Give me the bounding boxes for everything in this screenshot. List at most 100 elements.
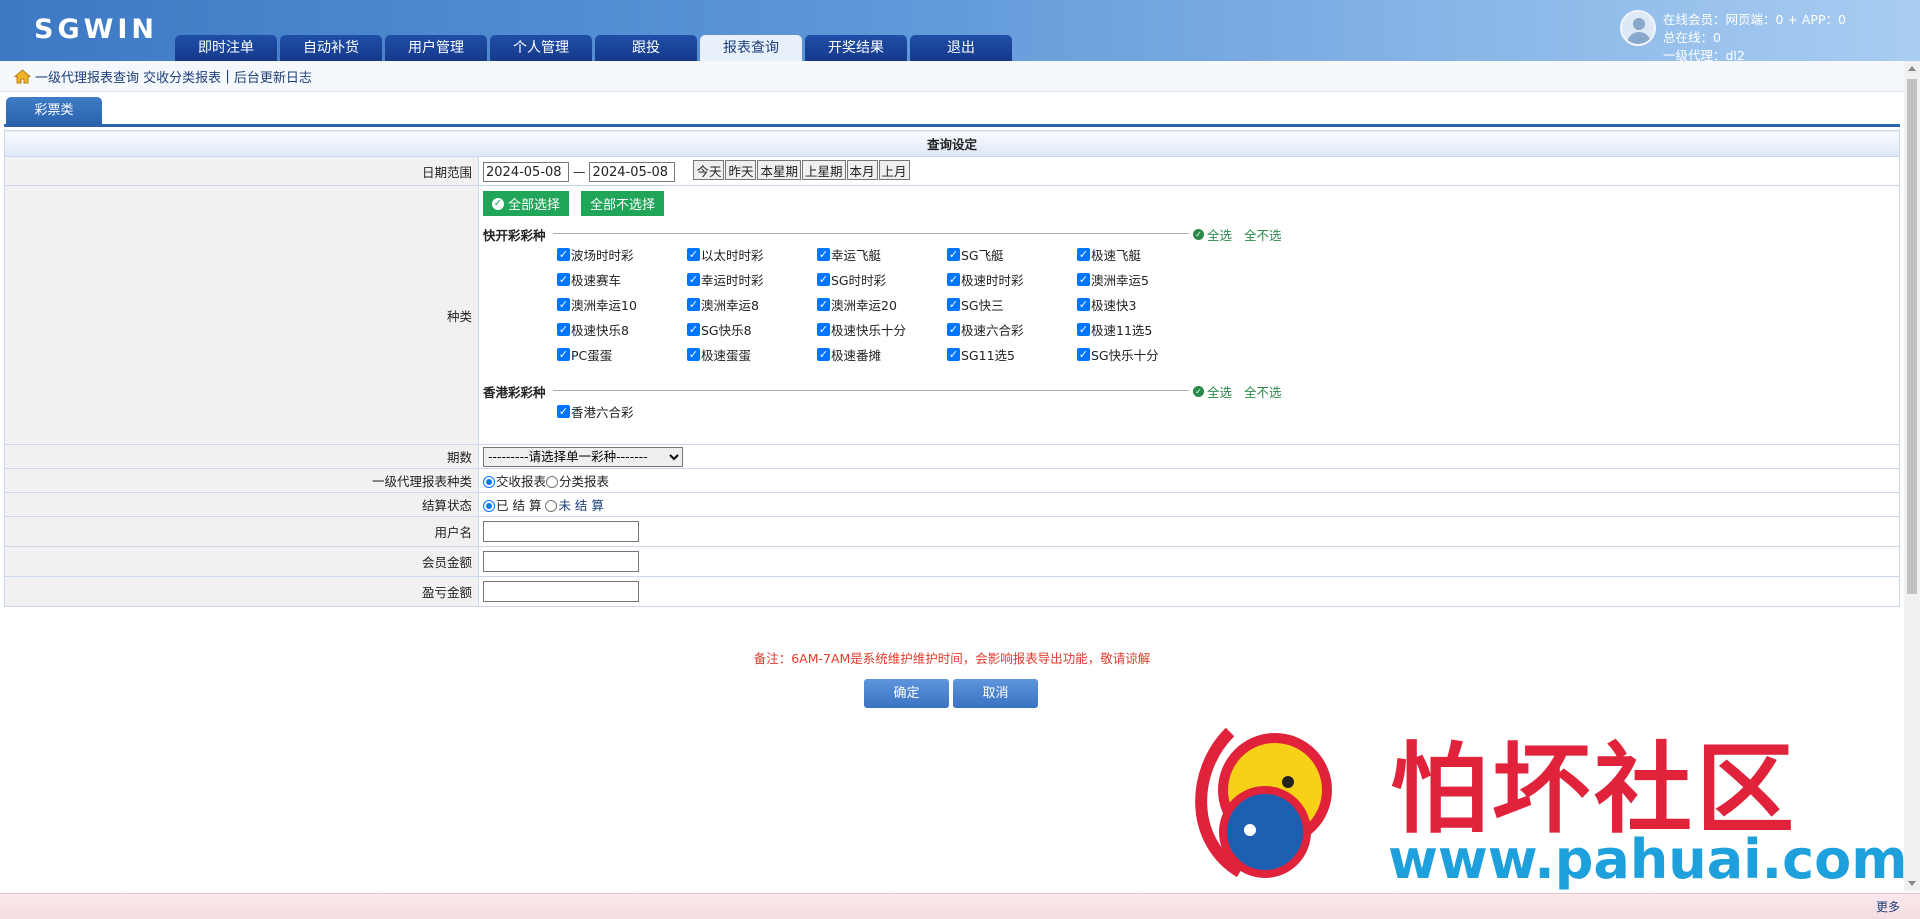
lottery-checkbox-item[interactable]: ✓ 极速时时彩 (947, 270, 1077, 289)
checkbox-checked-icon[interactable]: ✓ (817, 298, 830, 311)
lottery-checkbox-item[interactable]: ✓ 澳洲幸运20 (817, 295, 947, 314)
home-icon[interactable] (14, 68, 31, 84)
cancel-button[interactable]: 取消 (953, 679, 1038, 708)
checkbox-checked-icon[interactable]: ✓ (947, 248, 960, 261)
confirm-button[interactable]: 确定 (864, 679, 949, 708)
lottery-checkbox-item[interactable]: ✓ 极速赛车 (557, 270, 687, 289)
nav-tab-7[interactable]: 开奖结果 (805, 35, 907, 61)
nav-tab-3[interactable]: 用户管理 (385, 35, 487, 61)
checkbox-checked-icon[interactable]: ✓ (1077, 298, 1090, 311)
quick-date-button-5[interactable]: 本月 (846, 159, 878, 180)
checkbox-checked-icon[interactable]: ✓ (817, 323, 830, 336)
checkbox-checked-icon[interactable]: ✓ (687, 298, 700, 311)
quick-date-button-2[interactable]: 昨天 (725, 159, 757, 180)
nav-tab-8[interactable]: 退出 (910, 35, 1012, 61)
lottery-name: 极速蛋蛋 (701, 348, 752, 363)
group-select-none[interactable]: 全不选 (1244, 225, 1282, 244)
checkbox-checked-icon[interactable]: ✓ (557, 348, 570, 361)
report-settlement-radio[interactable] (483, 476, 495, 488)
checkbox-checked-icon[interactable]: ✓ (687, 323, 700, 336)
select-all-button[interactable]: ✓ 全部选择 (483, 191, 570, 216)
lottery-name: 幸运时时彩 (701, 273, 764, 288)
quick-date-button-4[interactable]: 上星期 (802, 159, 846, 180)
lottery-checkbox-item[interactable]: ✓ 极速番摊 (817, 345, 947, 364)
lottery-checkbox-item[interactable]: ✓ 极速快乐8 (557, 320, 687, 339)
lottery-checkbox-item[interactable]: ✓ 极速快乐十分 (817, 320, 947, 339)
lottery-checkbox-item[interactable]: ✓ 极速11选5 (1077, 320, 1207, 339)
lottery-name: 澳洲幸运10 (571, 298, 637, 313)
quick-date-button-3[interactable]: 本星期 (757, 159, 801, 180)
group-select-all[interactable]: 全选 (1207, 225, 1232, 244)
checkbox-checked-icon[interactable]: ✓ (557, 405, 570, 418)
checkbox-checked-icon[interactable]: ✓ (687, 248, 700, 261)
checkbox-checked-icon[interactable]: ✓ (1077, 348, 1090, 361)
vertical-scrollbar[interactable] (1904, 61, 1920, 891)
group-select-all[interactable]: 全选 (1207, 382, 1232, 401)
checkbox-checked-icon[interactable]: ✓ (947, 323, 960, 336)
lottery-checkbox-item[interactable]: ✓ PC蛋蛋 (557, 345, 687, 364)
lottery-name: SG快三 (961, 298, 1004, 313)
nav-tab-5[interactable]: 跟投 (595, 35, 697, 61)
lottery-name: PC蛋蛋 (571, 348, 613, 363)
lottery-checkbox-item[interactable]: ✓ 澳洲幸运8 (687, 295, 817, 314)
checkbox-checked-icon[interactable]: ✓ (557, 273, 570, 286)
lottery-checkbox-item[interactable]: ✓ 极速六合彩 (947, 320, 1077, 339)
lottery-checkbox-item[interactable]: ✓ 幸运时时彩 (687, 270, 817, 289)
checkbox-checked-icon[interactable]: ✓ (687, 348, 700, 361)
lottery-checkbox-item[interactable]: ✓ SG飞艇 (947, 245, 1077, 264)
lottery-checkbox-item[interactable]: ✓ SG11选5 (947, 345, 1077, 364)
deselect-all-button[interactable]: 全部不选择 (581, 191, 665, 216)
checkbox-checked-icon[interactable]: ✓ (817, 248, 830, 261)
lottery-checkbox-item[interactable]: ✓ 以太时时彩 (687, 245, 817, 264)
lottery-checkbox-item[interactable]: ✓ SG快三 (947, 295, 1077, 314)
scroll-down-icon[interactable] (1908, 881, 1916, 886)
lottery-checkbox-item[interactable]: ✓ 澳洲幸运10 (557, 295, 687, 314)
nav-tab-1[interactable]: 即时注单 (175, 35, 277, 61)
checkbox-checked-icon[interactable]: ✓ (947, 273, 960, 286)
tab-lottery[interactable]: 彩票类 (6, 97, 102, 125)
lottery-checkbox-item[interactable]: ✓ SG快乐十分 (1077, 345, 1207, 364)
period-select[interactable]: ---------请选择单一彩种------- (483, 446, 683, 467)
settlement-report-link[interactable]: 交收分类报表 (143, 67, 221, 86)
breadcrumb-current: 一级代理报表查询 (35, 70, 140, 86)
quick-date-button-1[interactable]: 今天 (693, 159, 725, 180)
nav-tab-6[interactable]: 报表查询 (700, 35, 802, 61)
lottery-checkbox-item[interactable]: ✓ SG快乐8 (687, 320, 817, 339)
date-to-input[interactable] (589, 162, 676, 183)
checkbox-checked-icon[interactable]: ✓ (557, 323, 570, 336)
nav-tab-2[interactable]: 自动补货 (280, 35, 382, 61)
settled-label: 已 结 算 (496, 498, 542, 513)
checkbox-checked-icon[interactable]: ✓ (1077, 323, 1090, 336)
checkbox-checked-icon[interactable]: ✓ (687, 273, 700, 286)
lottery-checkbox-item[interactable]: ✓ 极速快3 (1077, 295, 1207, 314)
settle-status-label: 结算状态 (4, 492, 479, 517)
scroll-up-icon[interactable] (1908, 66, 1916, 71)
nav-tab-4[interactable]: 个人管理 (490, 35, 592, 61)
report-category-radio[interactable] (546, 476, 559, 488)
update-log-link[interactable]: 后台更新日志 (234, 67, 312, 86)
group-select-none[interactable]: 全不选 (1244, 382, 1282, 401)
lottery-checkbox-item[interactable]: ✓ 幸运飞艇 (817, 245, 947, 264)
checkbox-checked-icon[interactable]: ✓ (947, 298, 960, 311)
unsettled-radio[interactable] (545, 500, 558, 512)
checkbox-checked-icon[interactable]: ✓ (1077, 273, 1090, 286)
lottery-checkbox-item[interactable]: ✓ 波场时时彩 (557, 245, 687, 264)
member-amount-input[interactable] (483, 551, 639, 572)
lottery-checkbox-item[interactable]: ✓ 极速飞艇 (1077, 245, 1207, 264)
checkbox-checked-icon[interactable]: ✓ (557, 298, 570, 311)
lottery-checkbox-item[interactable]: ✓ SG时时彩 (817, 270, 947, 289)
settled-radio[interactable] (483, 500, 495, 512)
checkbox-checked-icon[interactable]: ✓ (1077, 248, 1090, 261)
checkbox-checked-icon[interactable]: ✓ (947, 348, 960, 361)
checkbox-checked-icon[interactable]: ✓ (817, 273, 830, 286)
username-input[interactable] (483, 521, 639, 542)
checkbox-checked-icon[interactable]: ✓ (557, 248, 570, 261)
date-from-input[interactable] (483, 162, 569, 183)
quick-date-button-6[interactable]: 上月 (878, 159, 910, 180)
checkbox-checked-icon[interactable]: ✓ (817, 348, 830, 361)
scrollbar-thumb[interactable] (1907, 79, 1917, 594)
lottery-checkbox-item[interactable]: ✓ 香港六合彩 (557, 402, 687, 421)
lottery-checkbox-item[interactable]: ✓ 极速蛋蛋 (687, 345, 817, 364)
lottery-checkbox-item[interactable]: ✓ 澳洲幸运5 (1077, 270, 1207, 289)
profit-amount-input[interactable] (483, 581, 639, 602)
